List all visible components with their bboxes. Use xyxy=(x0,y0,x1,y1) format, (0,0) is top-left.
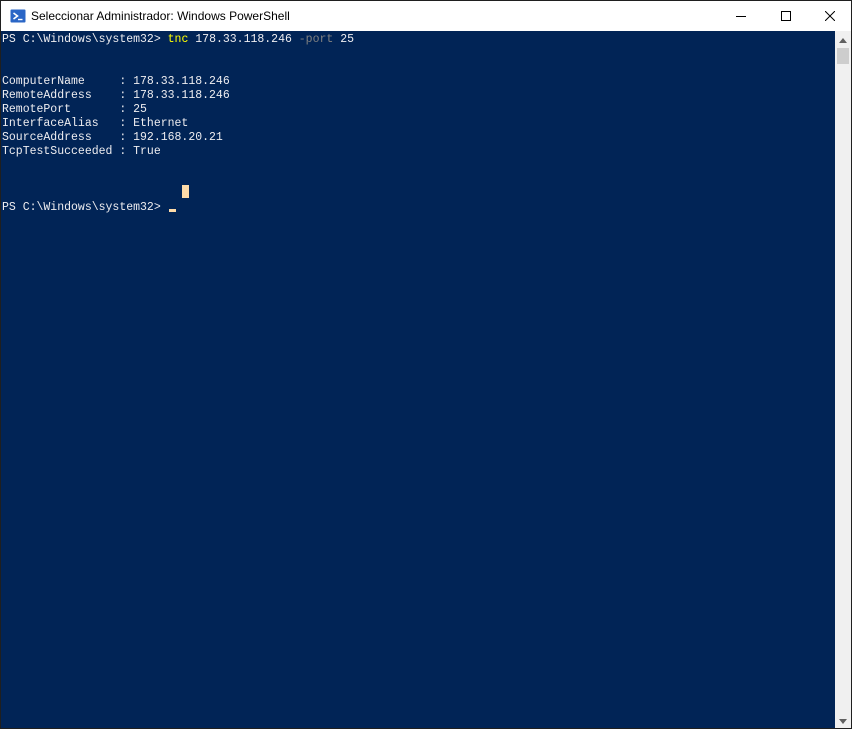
command-value: 25 xyxy=(333,33,355,46)
command-parameter: -port xyxy=(298,33,334,46)
output-line: TcpTestSucceeded : True xyxy=(2,145,161,158)
chevron-down-icon xyxy=(839,711,847,728)
scrollbar-thumb[interactable] xyxy=(837,48,849,64)
output-line: RemotePort : 25 xyxy=(2,103,147,116)
chevron-up-icon xyxy=(839,30,847,48)
scroll-up-button[interactable] xyxy=(835,31,851,47)
window-title: Seleccionar Administrador: Windows Power… xyxy=(31,9,290,23)
output-line: ComputerName : 178.33.118.246 xyxy=(2,75,230,88)
command-line: PS C:\Windows\system32> tnc 178.33.118.2… xyxy=(2,33,354,47)
output-line: InterfaceAlias : Ethernet xyxy=(2,117,189,130)
prompt: PS C:\Windows\system32> xyxy=(2,33,168,46)
vertical-scrollbar[interactable] xyxy=(835,31,851,728)
mouse-text-cursor xyxy=(182,185,189,198)
console-area[interactable]: PS C:\Windows\system32> tnc 178.33.118.2… xyxy=(1,31,835,728)
output-line: RemoteAddress : 178.33.118.246 xyxy=(2,89,230,102)
cmdlet: tnc xyxy=(167,33,189,46)
close-button[interactable] xyxy=(807,1,851,31)
minimize-icon xyxy=(736,11,746,21)
maximize-button[interactable] xyxy=(763,1,809,31)
command-argument: 178.33.118.246 xyxy=(188,33,299,46)
prompt-line: PS C:\Windows\system32> xyxy=(2,201,168,214)
powershell-icon[interactable] xyxy=(10,8,26,24)
maximize-icon xyxy=(781,11,791,21)
close-icon xyxy=(825,11,835,21)
title-bar[interactable]: Seleccionar Administrador: Windows Power… xyxy=(1,1,851,31)
caret-cursor xyxy=(169,209,176,212)
minimize-button[interactable] xyxy=(718,1,764,31)
output-line: SourceAddress : 192.168.20.21 xyxy=(2,131,223,144)
scroll-down-button[interactable] xyxy=(835,712,851,728)
powershell-window: Seleccionar Administrador: Windows Power… xyxy=(0,0,852,729)
